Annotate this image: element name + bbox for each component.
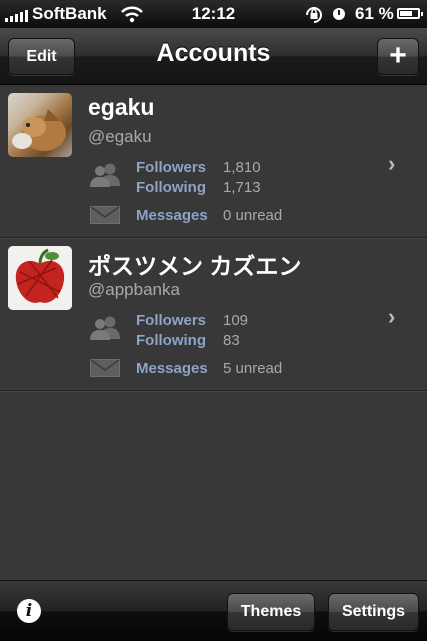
followers-count: 1,810 (223, 159, 261, 176)
avatar (8, 93, 72, 157)
rotation-lock-icon (306, 7, 322, 23)
alarm-icon (333, 8, 345, 20)
navigation-bar: Edit Accounts + (0, 28, 427, 85)
themes-button[interactable]: Themes (227, 593, 315, 631)
messages-label: Messages (136, 360, 208, 377)
account-handle: @appbanka (88, 280, 180, 299)
account-row-appbanka[interactable]: ポスツメン カズエン @appbanka Followers 109 Follo… (0, 238, 427, 391)
messages-count: 5 unread (223, 360, 283, 377)
status-bar: SoftBank 12:12 61 % (0, 0, 427, 28)
messages-label: Messages (136, 207, 208, 224)
bottom-toolbar: i Themes Settings (0, 580, 427, 641)
info-icon[interactable]: i (17, 599, 41, 623)
following-label: Following (136, 179, 206, 196)
messages-count: 0 unread (223, 207, 283, 224)
settings-button[interactable]: Settings (328, 593, 419, 631)
account-handle: @egaku (88, 127, 152, 146)
following-count: 83 (223, 332, 240, 349)
accounts-list: egaku @egaku Followers 1,810 Following 1… (0, 85, 427, 391)
avatar (8, 246, 72, 310)
account-row-egaku[interactable]: egaku @egaku Followers 1,810 Following 1… (0, 85, 427, 238)
following-count: 1,713 (223, 179, 261, 196)
following-label: Following (136, 332, 206, 349)
chevron-right-icon: › (388, 304, 396, 329)
followers-count: 109 (223, 312, 249, 329)
people-icon (90, 163, 120, 187)
battery-icon (397, 8, 423, 19)
followers-label: Followers (136, 159, 207, 176)
followers-label: Followers (136, 312, 207, 329)
account-name: egaku (88, 94, 155, 120)
add-account-button[interactable]: + (377, 38, 419, 75)
people-icon (90, 316, 120, 340)
battery-percent: 61 % (355, 4, 394, 23)
envelope-icon (90, 206, 120, 224)
page-title: Accounts (156, 39, 271, 67)
chevron-right-icon: › (388, 151, 396, 176)
envelope-icon (90, 359, 120, 377)
account-name: ポスツメン カズエン (88, 253, 302, 279)
